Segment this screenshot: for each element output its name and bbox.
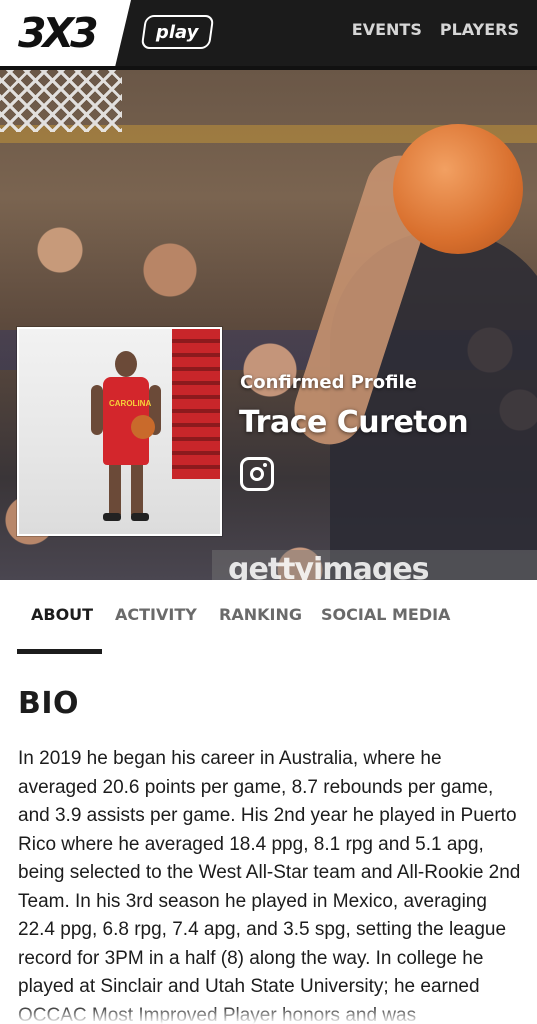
bio-text: In 2019 he began his career in Australia… bbox=[18, 748, 521, 1024]
profile-tabs: ABOUT ACTIVITY RANKING SOCIAL MEDIA bbox=[0, 580, 537, 656]
bio-heading: BIO bbox=[18, 686, 80, 721]
instagram-icon[interactable] bbox=[240, 457, 274, 491]
logo-block[interactable]: 3X3 bbox=[0, 0, 131, 66]
figure-right-shoe bbox=[131, 513, 149, 521]
tab-activity[interactable]: ACTIVITY bbox=[115, 605, 197, 624]
bottom-fade bbox=[0, 1005, 537, 1024]
nav-players[interactable]: PLAYERS bbox=[440, 20, 519, 39]
top-header: 3X3 play EVENTS PLAYERS bbox=[0, 0, 537, 66]
play-button-label: play bbox=[156, 21, 199, 43]
figure-right-leg bbox=[131, 465, 143, 515]
3x3-logo: 3X3 bbox=[18, 9, 99, 57]
figure-left-arm bbox=[91, 385, 103, 435]
basketball-net bbox=[0, 70, 122, 132]
tab-social-media[interactable]: SOCIAL MEDIA bbox=[321, 605, 450, 624]
basketball bbox=[393, 124, 523, 254]
figure-head bbox=[115, 351, 137, 377]
instagram-lens bbox=[250, 467, 264, 481]
figure-left-leg bbox=[109, 465, 121, 515]
figure-left-shoe bbox=[103, 513, 121, 521]
red-seats bbox=[172, 329, 220, 479]
nav-events[interactable]: EVENTS bbox=[352, 20, 422, 39]
tab-ranking[interactable]: RANKING bbox=[219, 605, 302, 624]
instagram-dot bbox=[263, 463, 267, 467]
player-name: Trace Cureton bbox=[239, 405, 469, 440]
profile-status: Confirmed Profile bbox=[240, 372, 417, 393]
play-button[interactable]: play bbox=[140, 15, 215, 49]
active-tab-indicator bbox=[17, 649, 102, 654]
jersey-text: CAROLINA bbox=[109, 399, 152, 408]
profile-photo: CAROLINA bbox=[17, 327, 222, 536]
figure-ball bbox=[131, 415, 155, 439]
getty-watermark: gettyimages bbox=[212, 550, 537, 580]
tab-about[interactable]: ABOUT bbox=[31, 605, 93, 624]
main-nav: EVENTS PLAYERS bbox=[352, 20, 519, 39]
